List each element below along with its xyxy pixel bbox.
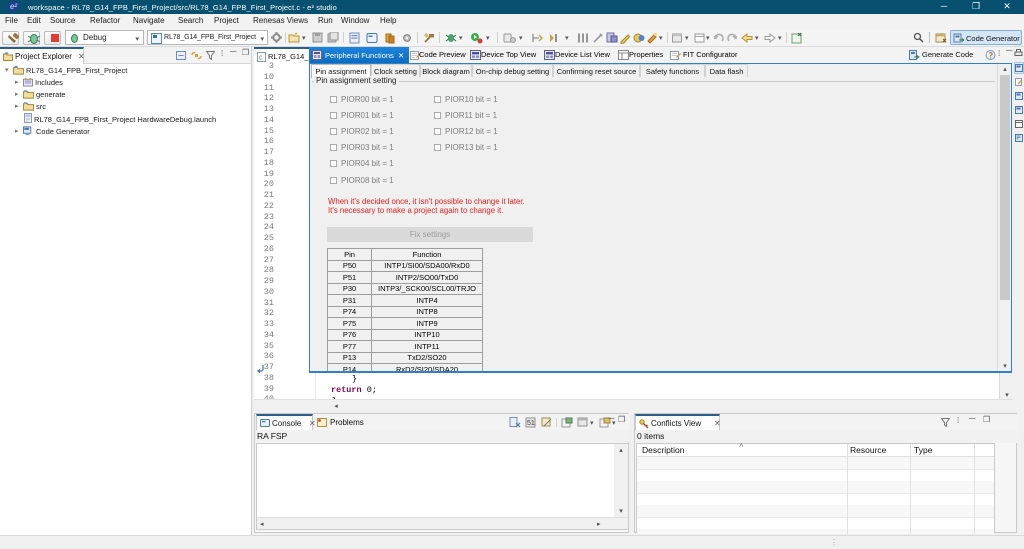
svg-text:51: 51: [527, 420, 535, 427]
